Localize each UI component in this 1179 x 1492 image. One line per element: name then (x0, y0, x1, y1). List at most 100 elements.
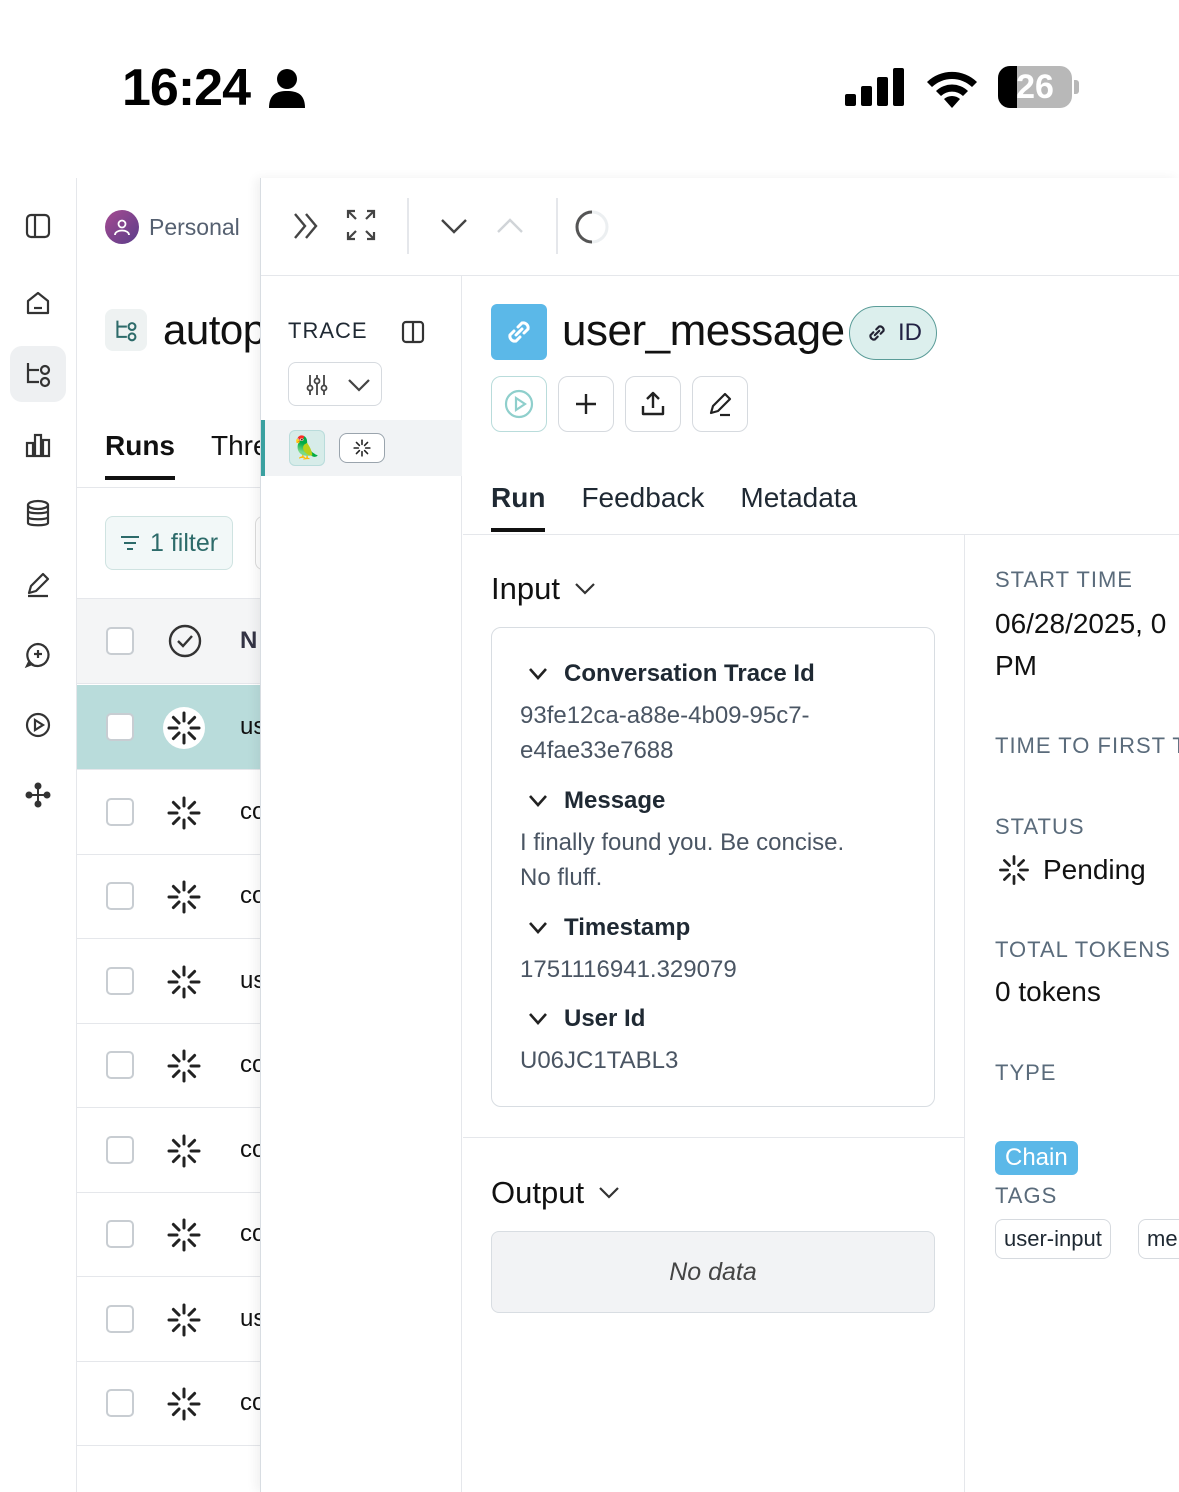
table-row[interactable]: co (77, 770, 261, 855)
chevron-down-icon (599, 1187, 619, 1199)
field-key: Conversation Trace Id (564, 660, 815, 687)
input-section-toggle[interactable]: Input (491, 571, 596, 607)
status-bar: 16:24 26 (0, 0, 1179, 178)
tab-feedback[interactable]: Feedback (581, 482, 704, 532)
table-row[interactable]: us (77, 939, 261, 1024)
output-section-toggle[interactable]: Output (491, 1175, 620, 1211)
input-box: Conversation Trace Id 93fe12ca-a88e-4b09… (491, 627, 935, 1107)
field-toggle-conversation-trace-id[interactable]: Conversation Trace Id (528, 660, 815, 688)
pending-spinner-icon (999, 855, 1029, 885)
start-time-label: START TIME (995, 567, 1133, 592)
table-row[interactable]: co (77, 1108, 261, 1193)
tags-label: TAGS (995, 1183, 1058, 1208)
filter-button[interactable]: 1 filter (105, 516, 234, 570)
panel-toggle-icon[interactable] (10, 198, 66, 254)
chevron-down-icon (529, 795, 547, 807)
tab-metadata[interactable]: Metadata (740, 482, 857, 532)
chevron-up-icon[interactable] (495, 208, 525, 244)
status-value: Pending (995, 849, 1146, 891)
wifi-icon (927, 71, 977, 108)
run-name[interactable]: us (240, 713, 261, 741)
trace-filter-dropdown[interactable] (288, 362, 382, 406)
overlay-toolbar (261, 178, 1179, 276)
row-checkbox[interactable] (106, 1389, 134, 1417)
row-checkbox[interactable] (106, 1135, 134, 1164)
loading-icon (575, 210, 609, 244)
pending-spinner-icon (163, 707, 205, 749)
play-button[interactable] (491, 376, 547, 432)
status-label: STATUS (995, 814, 1085, 839)
row-checkbox[interactable] (106, 1304, 134, 1333)
edit-button[interactable] (692, 376, 748, 432)
run-detail: user_message ID Run Feedback Metadata In… (463, 276, 1179, 1492)
deployments-icon[interactable] (10, 767, 66, 823)
field-value-user-id: U06JC1TABL3 (520, 1047, 679, 1074)
trace-node[interactable]: 🦜 (261, 420, 462, 476)
chevron-down-icon (348, 379, 370, 392)
filter-icon (121, 536, 139, 550)
pending-spinner-icon (167, 1387, 201, 1421)
split-view-icon[interactable] (401, 320, 425, 344)
playground-icon[interactable] (10, 697, 66, 753)
table-row[interactable]: us (77, 685, 261, 770)
tab-run[interactable]: Run (491, 482, 546, 532)
row-checkbox[interactable] (106, 713, 134, 741)
copy-id-button[interactable]: ID (849, 306, 937, 360)
expand-icon[interactable] (345, 208, 377, 242)
project-header: autop (105, 306, 261, 354)
table-row[interactable]: co (77, 854, 261, 939)
run-name[interactable]: co (240, 882, 261, 910)
field-key: Message (564, 787, 666, 814)
field-toggle-timestamp[interactable]: Timestamp (528, 914, 690, 942)
home-icon[interactable] (10, 275, 66, 331)
workspace-selector[interactable]: Personal (105, 210, 240, 244)
annotation-icon[interactable] (10, 556, 66, 612)
runs-table-header: N (77, 598, 261, 684)
table-row[interactable]: us (77, 1277, 261, 1362)
table-row[interactable]: co (77, 1361, 261, 1446)
add-button[interactable] (558, 376, 614, 432)
run-name[interactable]: co (240, 1389, 261, 1417)
workspace-avatar (105, 210, 139, 244)
row-checkbox[interactable] (106, 1051, 134, 1079)
tracing-projects-icon[interactable] (10, 346, 66, 402)
detail-tabs: Run Feedback Metadata (491, 482, 857, 532)
table-row[interactable]: co (77, 1192, 261, 1277)
monitoring-icon[interactable] (10, 417, 66, 473)
field-toggle-user-id[interactable]: User Id (528, 1005, 645, 1033)
run-name[interactable]: co (240, 1051, 261, 1079)
tag-chip[interactable]: me (1138, 1219, 1179, 1259)
datasets-icon[interactable] (10, 486, 66, 542)
row-checkbox[interactable] (106, 1220, 134, 1248)
field-key: User Id (564, 1005, 646, 1032)
run-name[interactable]: us (240, 1305, 261, 1333)
input-heading: Input (491, 571, 560, 606)
tab-threads[interactable]: Thre (211, 430, 261, 480)
field-toggle-message[interactable]: Message (528, 787, 665, 815)
tab-runs[interactable]: Runs (105, 430, 175, 480)
row-checkbox[interactable] (106, 797, 134, 826)
row-checkbox[interactable] (106, 966, 134, 995)
run-name[interactable]: co (240, 1220, 261, 1248)
pending-spinner-icon (167, 965, 201, 998)
chevron-down-icon (529, 922, 547, 934)
trace-overlay: TRACE 🦜 user_message ID Run Feedback Met… (260, 178, 1179, 1492)
pending-spinner-icon (167, 1218, 201, 1252)
tag-chip[interactable]: user-input (995, 1219, 1111, 1259)
run-name[interactable]: us (240, 967, 261, 995)
share-button[interactable] (625, 376, 681, 432)
name-column-header[interactable]: N (240, 627, 257, 655)
chevron-down-icon[interactable] (439, 208, 469, 244)
battery-level: 26 (1016, 68, 1054, 106)
collapse-panel-icon[interactable] (291, 208, 321, 244)
runs-tabs: Runs Thre (105, 430, 261, 480)
select-all-checkbox[interactable] (106, 627, 134, 655)
field-value-timestamp: 1751116941.329079 (520, 956, 737, 983)
run-title: user_message (562, 306, 845, 355)
table-row[interactable]: co (77, 1023, 261, 1108)
row-checkbox[interactable] (106, 882, 134, 910)
run-name[interactable]: co (240, 1136, 261, 1164)
prompts-icon[interactable] (10, 627, 66, 683)
cellular-signal-icon (845, 68, 904, 106)
run-name[interactable]: co (240, 798, 261, 826)
